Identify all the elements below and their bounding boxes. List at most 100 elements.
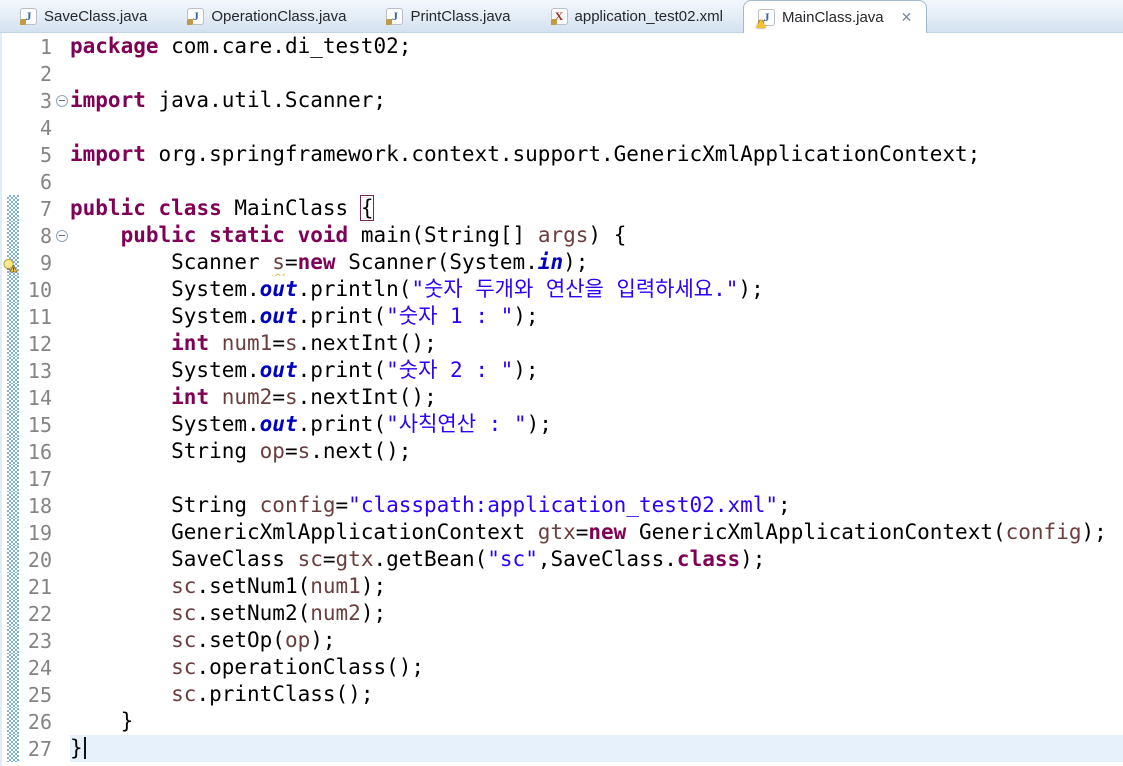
code-token: sc: [171, 628, 197, 652]
code-text[interactable]: public static void main(String[] args) {: [70, 222, 1123, 249]
annotation-ruler-cell: [2, 222, 20, 249]
file-icon-accent: [20, 18, 26, 25]
diff-change-marker: [7, 573, 19, 600]
code-text[interactable]: sc.setNum2(num2);: [70, 600, 1123, 627]
java-file-icon: J: [20, 7, 37, 25]
code-token: public: [120, 223, 197, 247]
file-icon-accent: [386, 18, 393, 25]
code-token: int: [171, 331, 210, 355]
annotation-ruler-cell: [2, 195, 20, 222]
code-token: config: [259, 493, 336, 517]
code-text[interactable]: sc.setNum1(num1);: [70, 573, 1123, 600]
code-token: System.: [70, 304, 260, 328]
annotation-ruler-cell: [2, 546, 20, 573]
code-token: import: [70, 88, 146, 112]
code-text[interactable]: [70, 60, 1123, 87]
code-text[interactable]: System.out.println("숫자 두개와 연산을 입력하세요.");: [70, 276, 1123, 303]
code-token: ,SaveClass.: [537, 547, 677, 571]
code-text[interactable]: [70, 465, 1123, 492]
code-token: s: [272, 250, 285, 274]
code-text[interactable]: import java.util.Scanner;: [70, 87, 1123, 114]
code-text[interactable]: System.out.print("숫자 2 : ");: [70, 357, 1123, 384]
code-text[interactable]: Scanner s=new Scanner(System.in);: [70, 249, 1123, 276]
code-text[interactable]: SaveClass sc=gtx.getBean("sc",SaveClass.…: [70, 546, 1123, 573]
diff-change-marker: [7, 276, 19, 303]
line-number: 2: [39, 61, 52, 86]
code-token: "사칙연산 : ": [386, 412, 527, 436]
annotation-ruler-cell: [2, 681, 20, 708]
code-text[interactable]: int num1=s.nextInt();: [70, 330, 1123, 357]
tab-saveclass-java[interactable]: J SaveClass.java: [0, 0, 167, 32]
code-text[interactable]: int num2=s.nextInt();: [70, 384, 1123, 411]
tab-application-test02-xml[interactable]: Xapplication_test02.xml: [531, 0, 743, 32]
code-text[interactable]: System.out.print("사칙연산 : ");: [70, 411, 1123, 438]
code-text[interactable]: import org.springframework.context.suppo…: [70, 141, 1123, 168]
code-text[interactable]: [70, 114, 1123, 141]
code-token: java.util.Scanner;: [145, 88, 387, 112]
code-text[interactable]: sc.operationClass();: [70, 654, 1123, 681]
annotation-ruler-cell: [2, 168, 20, 195]
code-token: );: [738, 277, 764, 301]
code-text[interactable]: public class MainClass {: [70, 195, 1123, 222]
tab-mainclass-java[interactable]: J MainClass.java ✕: [742, 0, 928, 33]
annotation-ruler-cell: [2, 492, 20, 519]
code-text[interactable]: sc.setOp(op);: [70, 627, 1123, 654]
line-number: 8: [39, 223, 52, 248]
code-text[interactable]: [70, 168, 1123, 195]
code-text[interactable]: System.out.print("숫자 1 : ");: [70, 303, 1123, 330]
java-file-icon: J: [386, 7, 404, 25]
code-line: 2: [2, 60, 1123, 87]
code-token: num2: [310, 601, 361, 625]
line-number: 7: [39, 196, 52, 221]
diff-change-marker: [7, 357, 19, 384]
annotation-ruler-cell: [2, 303, 20, 330]
code-token: "sc": [487, 547, 538, 571]
code-text[interactable]: }: [70, 735, 1123, 762]
diff-change-marker: [7, 546, 19, 573]
code-line: 23 sc.setOp(op);: [2, 627, 1123, 654]
diff-change-marker: [7, 681, 19, 708]
tab-operationclass-java[interactable]: J OperationClass.java: [167, 0, 366, 32]
code-line: 16 String op=s.next();: [2, 438, 1123, 465]
annotation-ruler-cell: [2, 114, 20, 141]
code-text[interactable]: }: [70, 708, 1123, 735]
code-token: out: [259, 277, 298, 301]
tab-printclass-java[interactable]: J PrintClass.java: [366, 0, 530, 32]
annotation-ruler-cell: [2, 411, 20, 438]
file-icon-letter: J: [192, 9, 199, 23]
code-token: num1: [221, 331, 273, 355]
line-number: 11: [27, 304, 52, 329]
code-token: out: [259, 412, 298, 436]
diff-change-marker: [7, 654, 19, 681]
fold-collapse-icon[interactable]: [56, 94, 68, 107]
code-text[interactable]: sc.printClass();: [70, 681, 1123, 708]
annotation-ruler-cell: [2, 33, 20, 60]
code-text[interactable]: GenericXmlApplicationContext gtx=new Gen…: [70, 519, 1123, 546]
warning-lightbulb-icon[interactable]: [2, 255, 18, 273]
code-token: sc: [171, 574, 197, 598]
line-number: 12: [27, 331, 52, 356]
code-token: public: [70, 196, 146, 220]
annotation-ruler-cell: [2, 573, 20, 600]
code-token: s: [297, 439, 311, 463]
code-token: =: [272, 385, 285, 409]
line-number: 10: [27, 277, 52, 302]
diff-change-marker: [7, 519, 19, 546]
code-token: sc: [171, 655, 197, 679]
fold-collapse-icon[interactable]: [56, 229, 68, 242]
annotation-ruler-cell: [2, 357, 20, 384]
code-text[interactable]: String op=s.next();: [70, 438, 1123, 465]
line-number: 14: [27, 385, 52, 410]
close-icon[interactable]: ✕: [901, 10, 913, 24]
line-number: 17: [27, 466, 52, 491]
code-text[interactable]: String config="classpath:application_tes…: [70, 492, 1123, 519]
file-icon-letter: J: [391, 9, 398, 23]
diff-change-marker: [7, 492, 19, 519]
code-token: .print(: [297, 304, 387, 328]
code-text[interactable]: package com.care.di_test02;: [70, 33, 1123, 60]
